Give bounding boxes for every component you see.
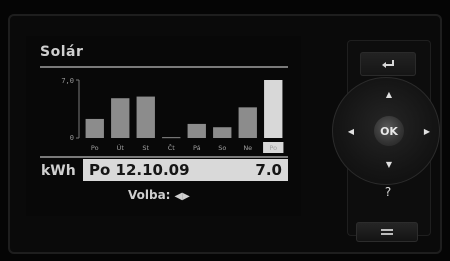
solar-bar-chart: 7,0 0 Po Út St Čt Pá So Ne Po xyxy=(60,74,290,160)
selected-value-box: Po 12.10.09 7.0 xyxy=(83,159,288,181)
x-tick-label: Čt xyxy=(168,143,176,152)
chart-bar xyxy=(136,96,155,138)
x-tick-label: Po xyxy=(269,144,277,152)
right-arrow-button[interactable]: ▶ xyxy=(420,124,434,138)
left-right-arrows-icon: ◀▶ xyxy=(174,191,190,202)
menu-bars-icon xyxy=(381,229,393,235)
back-button[interactable] xyxy=(360,52,416,76)
chart-bar xyxy=(85,118,104,138)
y-tick-label: 0 xyxy=(70,134,74,142)
ok-button[interactable]: OK xyxy=(374,116,404,146)
down-arrow-button[interactable]: ▼ xyxy=(382,158,396,170)
chart-divider xyxy=(40,156,288,158)
selected-value: 7.0 xyxy=(255,161,282,179)
chart-svg: 7,0 0 Po Út St Čt Pá So Ne Po xyxy=(61,77,284,153)
chart-bar xyxy=(264,80,283,138)
up-arrow-button[interactable]: ▲ xyxy=(382,88,396,100)
x-tick-label: So xyxy=(218,144,226,152)
y-tick-label: 7,0 xyxy=(61,77,74,85)
hint-label: Volba: xyxy=(128,188,171,202)
chart-bar xyxy=(162,137,181,139)
help-button[interactable]: ? xyxy=(360,180,416,204)
selection-hint: Volba: ◀▶ xyxy=(128,188,190,202)
title-divider xyxy=(40,66,288,68)
x-tick-label: Ne xyxy=(243,144,252,152)
x-tick-label: St xyxy=(142,144,149,152)
x-tick-label: Po xyxy=(91,144,99,152)
chart-bar xyxy=(187,123,206,138)
menu-button[interactable] xyxy=(356,222,418,242)
unit-label: kWh xyxy=(41,163,76,179)
chart-bar xyxy=(238,107,257,138)
chart-bar xyxy=(213,127,232,138)
x-tick-label: Pá xyxy=(193,144,201,152)
selected-date: Po 12.10.09 xyxy=(89,161,190,179)
chart-bar xyxy=(111,98,130,138)
x-tick-label: Út xyxy=(117,143,125,152)
return-arrow-icon xyxy=(382,60,394,68)
left-arrow-button[interactable]: ◀ xyxy=(344,124,358,138)
page-title: Solár xyxy=(40,44,84,60)
